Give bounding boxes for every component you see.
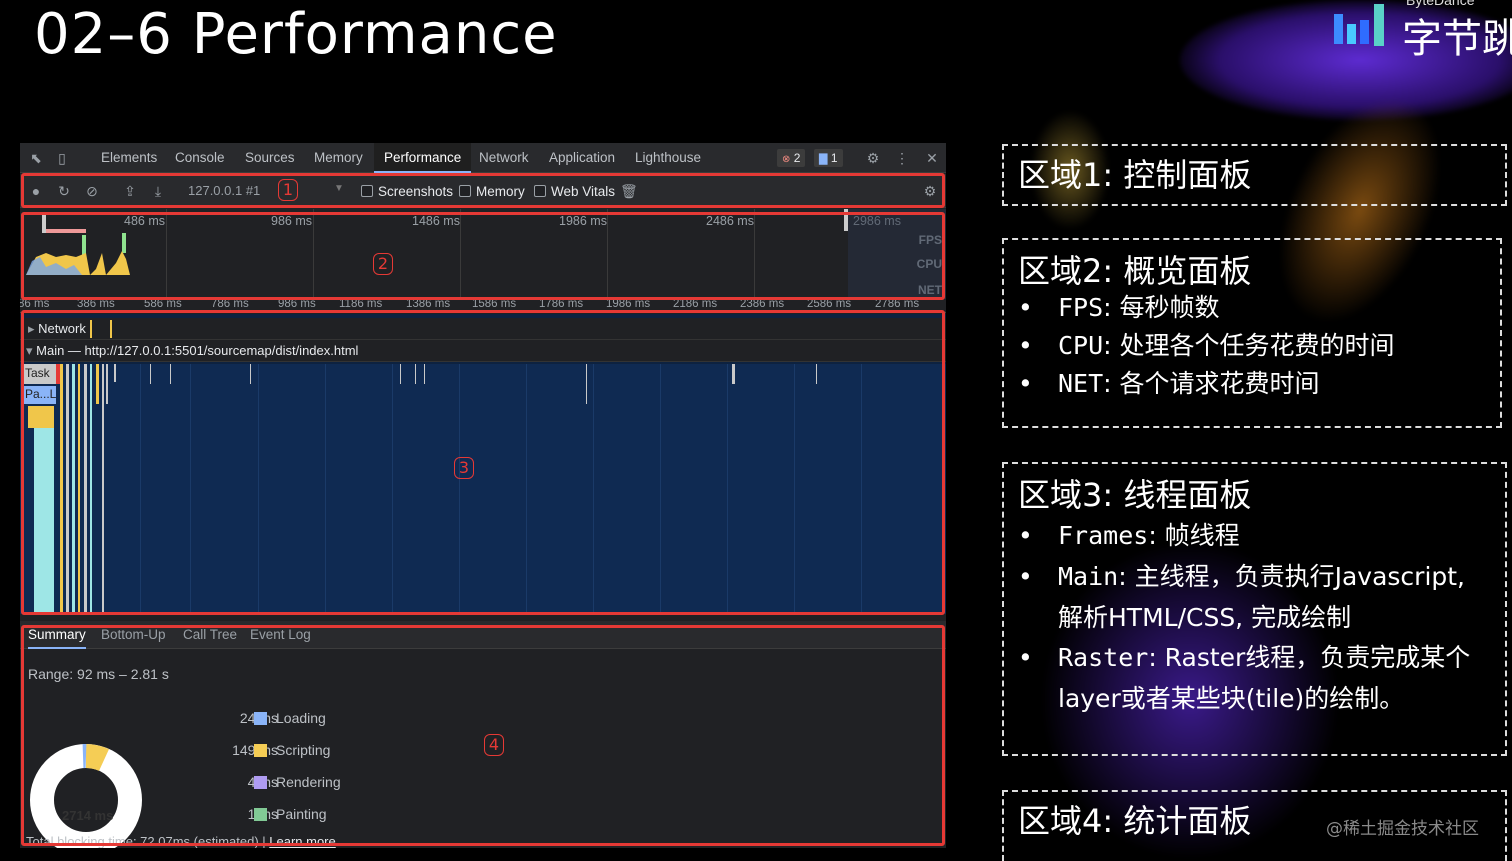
tab-performance[interactable]: Performance [374,143,472,173]
tab-network[interactable]: Network [479,143,529,173]
settings-gear-icon[interactable]: ⚙ [865,150,881,166]
tab-application[interactable]: Application [549,143,615,173]
message-icon: ▇ [819,153,828,165]
message-count: 1 [830,151,838,165]
tab-memory[interactable]: Memory [314,143,363,173]
close-devtools-icon[interactable]: ✕ [924,150,940,166]
region-3-number: 3 [454,457,474,479]
region-3-bullet-frames: • Frames: 帧线程 [1018,521,1240,550]
region-2-bullet-net: • NET: 各个请求花费时间 [1018,369,1320,398]
region-3-main-continued: 解析HTML/CSS, 完成绘制 [1058,603,1352,632]
region-2-bullet-cpu: • CPU: 处理各个任务花费的时间 [1018,331,1395,360]
region-2-bullet-fps: • FPS: 每秒帧数 [1018,293,1220,322]
region-4-title: 区域4: 统计面板 [1018,802,1252,840]
logo-brand-cn: 字节跳动 [1402,16,1512,62]
region-3-bullet-main: • Main: 主线程，负责执行Javascript, [1018,562,1466,591]
tab-lighthouse[interactable]: Lighthouse [635,143,701,173]
region-3-raster-continued: layer或者某些块(tile)的绘制。 [1058,684,1405,713]
bytedance-logo: ByteDance 字节跳动 [1330,0,1512,62]
region-2-number: 2 [373,253,393,275]
devtools-tabbar: ⬉ ▯ Elements Console Sources Memory Perf… [20,143,946,173]
region-3-bullet-raster: • Raster: Raster线程，负责完成某个 [1018,643,1471,672]
slide-title: 02–6 Performance [34,2,558,67]
bytedance-bars-icon [1334,4,1384,46]
region-3-frame [21,310,945,615]
inspect-element-icon[interactable]: ⬉ [28,150,44,166]
tab-elements[interactable]: Elements [101,143,157,173]
region-4-number: 4 [484,734,504,756]
error-icon: ⊗ [782,154,791,165]
region-3-box: 区域3: 线程面板 • Frames: 帧线程 • Main: 主线程，负责执行Ja… [1002,462,1507,756]
region-1-box: 区域1: 控制面板 [1002,144,1507,206]
region-1-frame [21,173,945,208]
region-2-box: 区域2: 概览面板 • FPS: 每秒帧数 • CPU: 处理各个任务花费的时间 •… [1002,238,1502,428]
device-toolbar-icon[interactable]: ▯ [54,150,70,166]
message-badge[interactable]: ▇ 1 [814,149,843,167]
error-badge[interactable]: ⊗ 2 [777,149,806,167]
region-2-frame [21,212,945,300]
error-count: 2 [793,151,801,165]
tab-console[interactable]: Console [175,143,225,173]
more-options-icon[interactable]: ⋮ [894,150,910,166]
region-2-title: 区域2: 概览面板 [1018,252,1252,290]
watermark: @稀土掘金技术社区 [1326,819,1479,839]
tab-sources[interactable]: Sources [245,143,295,173]
region-4-frame [21,625,945,846]
region-1-title: 区域1: 控制面板 [1018,156,1252,194]
region-3-title: 区域3: 线程面板 [1018,476,1252,514]
region-1-number: 1 [278,179,298,201]
